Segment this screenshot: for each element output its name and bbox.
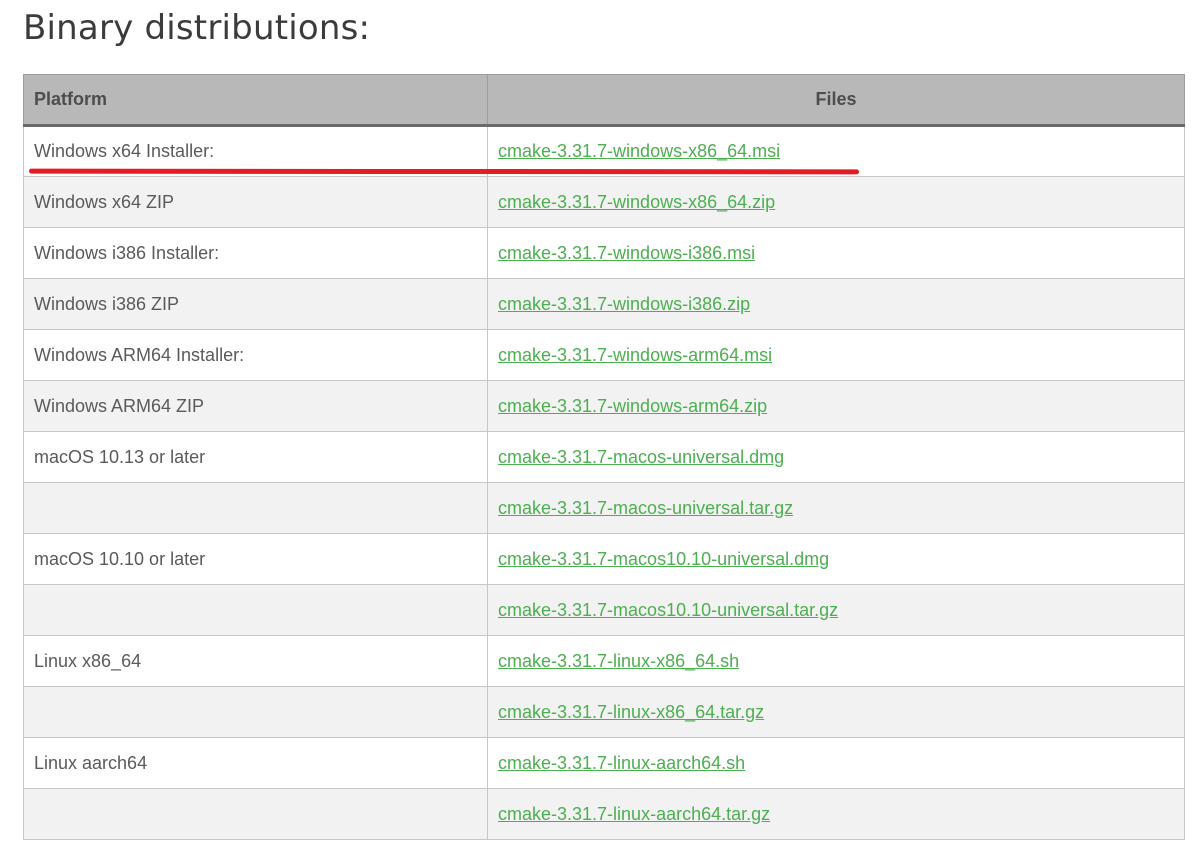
file-cell: cmake-3.31.7-linux-x86_64.sh (487, 635, 1185, 687)
table-row: macOS 10.10 or later cmake-3.31.7-macos1… (23, 533, 1185, 585)
file-cell: cmake-3.31.7-windows-arm64.zip (487, 380, 1185, 432)
download-link[interactable]: cmake-3.31.7-macos10.10-universal.dmg (498, 549, 829, 569)
platform-cell: Windows ARM64 Installer: (23, 329, 488, 381)
download-link[interactable]: cmake-3.31.7-linux-x86_64.sh (498, 651, 739, 671)
column-header-files: Files (487, 74, 1185, 127)
download-link[interactable]: cmake-3.31.7-linux-aarch64.sh (498, 753, 745, 773)
file-cell: cmake-3.31.7-macos10.10-universal.tar.gz (487, 584, 1185, 636)
page-title: Binary distributions: (23, 8, 371, 48)
platform-cell: macOS 10.13 or later (23, 431, 488, 483)
platform-cell (23, 788, 488, 840)
file-cell: cmake-3.31.7-linux-aarch64.sh (487, 737, 1185, 789)
platform-cell (23, 686, 488, 738)
download-link[interactable]: cmake-3.31.7-macos-universal.tar.gz (498, 498, 793, 518)
table-row: macOS 10.13 or later cmake-3.31.7-macos-… (23, 431, 1185, 483)
platform-cell: Windows x64 ZIP (23, 176, 488, 228)
download-link[interactable]: cmake-3.31.7-windows-x86_64.zip (498, 192, 775, 212)
file-cell: cmake-3.31.7-windows-i386.msi (487, 227, 1185, 279)
table-row: Windows ARM64 ZIP cmake-3.31.7-windows-a… (23, 380, 1185, 432)
download-link[interactable]: cmake-3.31.7-windows-arm64.msi (498, 345, 772, 365)
table-row: Linux x86_64 cmake-3.31.7-linux-x86_64.s… (23, 635, 1185, 687)
file-cell: cmake-3.31.7-linux-x86_64.tar.gz (487, 686, 1185, 738)
file-cell: cmake-3.31.7-macos-universal.dmg (487, 431, 1185, 483)
file-cell: cmake-3.31.7-windows-i386.zip (487, 278, 1185, 330)
platform-cell: Linux x86_64 (23, 635, 488, 687)
table-row: Windows i386 ZIP cmake-3.31.7-windows-i3… (23, 278, 1185, 330)
file-cell: cmake-3.31.7-windows-x86_64.zip (487, 176, 1185, 228)
platform-cell (23, 584, 488, 636)
download-link[interactable]: cmake-3.31.7-windows-i386.zip (498, 294, 750, 314)
file-cell: cmake-3.31.7-windows-arm64.msi (487, 329, 1185, 381)
table-header-row: Platform Files (23, 74, 1185, 127)
table-row: cmake-3.31.7-macos-universal.tar.gz (23, 482, 1185, 534)
platform-cell: macOS 10.10 or later (23, 533, 488, 585)
table-row: Windows i386 Installer: cmake-3.31.7-win… (23, 227, 1185, 279)
table-row: cmake-3.31.7-linux-x86_64.tar.gz (23, 686, 1185, 738)
binary-distributions-table: Platform Files Windows x64 Installer: cm… (23, 74, 1185, 840)
platform-cell: Linux aarch64 (23, 737, 488, 789)
red-highlight-underline (28, 168, 860, 175)
file-cell: cmake-3.31.7-macos-universal.tar.gz (487, 482, 1185, 534)
platform-cell: Windows i386 Installer: (23, 227, 488, 279)
download-link[interactable]: cmake-3.31.7-linux-x86_64.tar.gz (498, 702, 764, 722)
file-cell: cmake-3.31.7-linux-aarch64.tar.gz (487, 788, 1185, 840)
platform-cell: Windows ARM64 ZIP (23, 380, 488, 432)
table-row: Windows x64 ZIP cmake-3.31.7-windows-x86… (23, 176, 1185, 228)
download-link[interactable]: cmake-3.31.7-windows-i386.msi (498, 243, 755, 263)
column-header-platform: Platform (23, 74, 488, 127)
download-link[interactable]: cmake-3.31.7-macos10.10-universal.tar.gz (498, 600, 838, 620)
download-link[interactable]: cmake-3.31.7-linux-aarch64.tar.gz (498, 804, 770, 824)
table-row: cmake-3.31.7-linux-aarch64.tar.gz (23, 788, 1185, 840)
platform-cell: Windows i386 ZIP (23, 278, 488, 330)
platform-cell (23, 482, 488, 534)
table-row: cmake-3.31.7-macos10.10-universal.tar.gz (23, 584, 1185, 636)
download-link[interactable]: cmake-3.31.7-windows-arm64.zip (498, 396, 767, 416)
table-row: Windows ARM64 Installer: cmake-3.31.7-wi… (23, 329, 1185, 381)
download-link[interactable]: cmake-3.31.7-macos-universal.dmg (498, 447, 784, 467)
download-link[interactable]: cmake-3.31.7-windows-x86_64.msi (498, 141, 780, 161)
table-row: Linux aarch64 cmake-3.31.7-linux-aarch64… (23, 737, 1185, 789)
file-cell: cmake-3.31.7-macos10.10-universal.dmg (487, 533, 1185, 585)
